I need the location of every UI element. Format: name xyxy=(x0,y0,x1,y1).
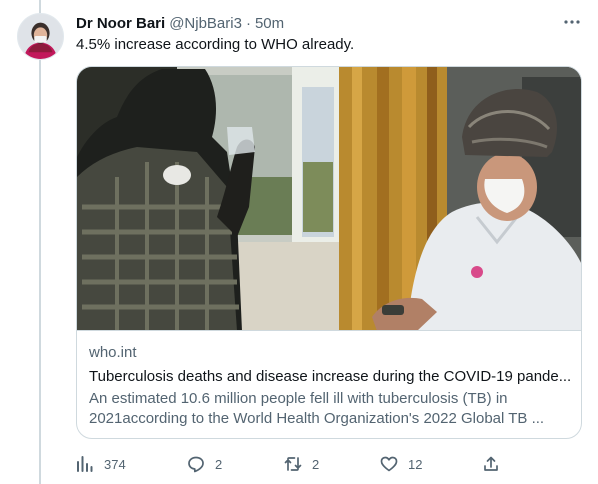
thread-connector-line xyxy=(39,0,41,484)
reply-button[interactable]: 2 xyxy=(187,452,222,476)
views-button[interactable]: 374 xyxy=(76,452,126,476)
like-count: 12 xyxy=(408,456,423,472)
timestamp[interactable]: 50m xyxy=(255,15,284,32)
tweet-header: Dr Noor Bari @NjbBari3 · 50m xyxy=(76,13,284,33)
separator-dot: · xyxy=(245,14,251,32)
reply-icon xyxy=(187,455,205,473)
card-image[interactable] xyxy=(77,67,581,331)
retweet-icon xyxy=(284,455,302,473)
card-description: An estimated 10.6 million people fell il… xyxy=(89,389,559,429)
analytics-icon xyxy=(76,455,94,473)
more-horizontal-icon[interactable] xyxy=(560,12,584,32)
tweet-action-bar: 374 2 2 12 xyxy=(76,452,516,476)
views-count: 374 xyxy=(104,456,126,472)
card-description-line: 2021according to the World Health Organi… xyxy=(89,410,545,427)
retweet-button[interactable]: 2 xyxy=(284,452,319,476)
like-button[interactable]: 12 xyxy=(380,452,422,476)
card-title: Tuberculosis deaths and disease increase… xyxy=(89,368,572,385)
card-domain: who.int xyxy=(89,344,137,361)
card-description-line: An estimated 10.6 million people fell il… xyxy=(89,390,508,407)
user-handle[interactable]: @NjbBari3 xyxy=(169,15,242,32)
reply-count: 2 xyxy=(215,456,223,472)
tweet-text: 4.5% increase according to WHO already. xyxy=(76,36,355,53)
heart-icon xyxy=(380,455,398,473)
retweet-count: 2 xyxy=(312,456,320,472)
share-icon xyxy=(482,455,500,473)
card-body[interactable]: who.int Tuberculosis deaths and disease … xyxy=(89,343,573,429)
link-preview-card[interactable]: who.int Tuberculosis deaths and disease … xyxy=(76,66,582,439)
display-name[interactable]: Dr Noor Bari xyxy=(76,15,165,32)
avatar[interactable] xyxy=(17,13,64,60)
share-button[interactable] xyxy=(482,452,500,476)
